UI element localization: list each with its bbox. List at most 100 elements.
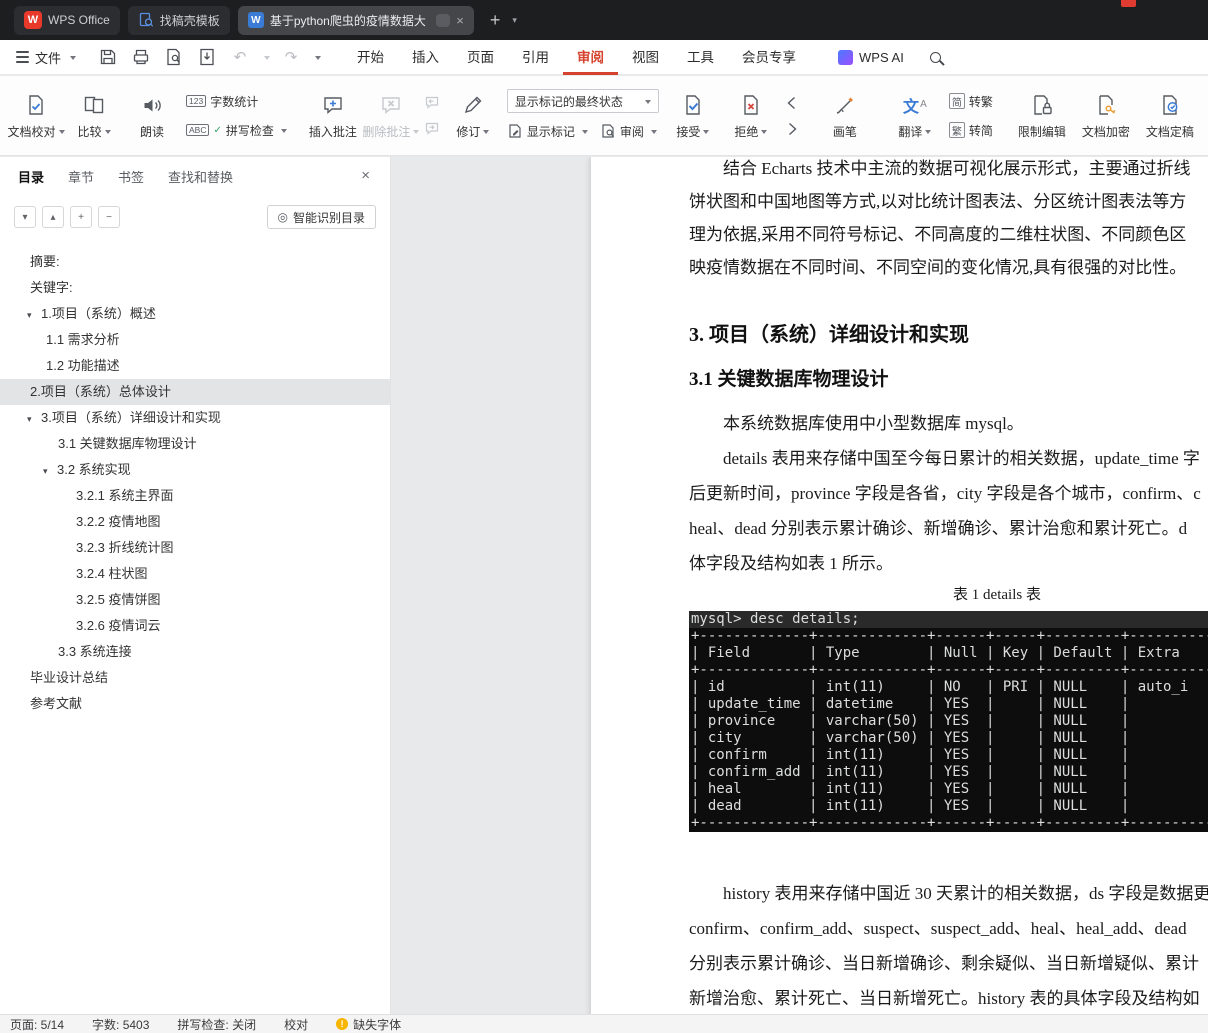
translate-button[interactable]: 文A 翻译 (886, 82, 944, 150)
word-count-button[interactable]: 123 字数统计 (186, 90, 287, 112)
simplified-char-icon: 简 (948, 93, 965, 109)
search-icon[interactable] (929, 51, 941, 63)
redo-caret-icon[interactable] (315, 55, 322, 63)
doc-line: 映疫情数据在不同时间、不同空间的变化情况,具有很强的对比性。 (689, 258, 1187, 277)
undo-button[interactable]: ↶ (228, 45, 252, 69)
doc-line: 理为依据,采用不同符号标记、不同高度的二维柱状图、不同颜色区 (689, 225, 1187, 244)
t2s-label: 转简 (968, 123, 993, 138)
expand-all-button[interactable]: ▾ (14, 206, 36, 228)
undo-caret-icon[interactable] (264, 55, 271, 63)
collapse-icon[interactable]: ▾ (27, 302, 41, 327)
outline-item[interactable]: 3.2.2 疫情地图 (0, 509, 390, 535)
titlebar-red-badge (1121, 0, 1136, 7)
new-tab-button[interactable]: + (490, 10, 501, 31)
outline-item[interactable]: 毕业设计总结 (0, 665, 390, 691)
compare-icon (82, 92, 106, 118)
hamburger-icon (16, 51, 29, 63)
simplified-to-traditional-button[interactable]: 简 转繁 (948, 90, 993, 112)
panel-tab-3[interactable]: 查找和替换 (168, 167, 233, 186)
menu-tab-3[interactable]: 引用 (508, 40, 563, 75)
tab-list-caret-icon[interactable]: ▾ (512, 15, 517, 26)
menu-tab-6[interactable]: 工具 (673, 40, 728, 75)
template-tab[interactable]: 找稿壳模板 (127, 5, 230, 35)
outline-item[interactable]: 3.2.4 柱状图 (0, 561, 390, 587)
proofread-button[interactable]: 文档校对 (7, 82, 65, 150)
show-markup-button[interactable]: 显示标记 (507, 120, 588, 142)
print-button[interactable] (129, 45, 153, 69)
outline-item[interactable]: 1.1 需求分析 (0, 327, 390, 353)
spell-check-button[interactable]: ABC ✓ 拼写检查 (186, 119, 287, 141)
outline-label: 参考文献 (30, 696, 83, 711)
previous-change-button[interactable] (782, 94, 802, 112)
menu-tab-7[interactable]: 会员专享 (728, 40, 810, 75)
promote-button[interactable]: + (70, 206, 92, 228)
document-tab[interactable]: W 基于python爬虫的疫情数据大 × (237, 5, 474, 35)
read-aloud-button[interactable]: 朗读 (123, 82, 181, 150)
outline-item[interactable]: 摘要: (0, 249, 390, 275)
outline-item[interactable]: 3.2.3 折线统计图 (0, 535, 390, 561)
spell-check-status[interactable]: 拼写检查: 关闭 (177, 1016, 256, 1033)
outline-item[interactable]: ▾ 1.项目（系统）概述 (0, 301, 390, 327)
markup-state-dropdown[interactable]: 显示标记的最终状态 (506, 89, 659, 113)
smart-toc-button[interactable]: ◎ 智能识别目录 (266, 205, 376, 229)
menu-tab-4[interactable]: 审阅 (563, 40, 618, 75)
pen-button[interactable]: 画笔 (816, 82, 874, 150)
insert-comment-button[interactable]: 插入批注 (304, 82, 362, 150)
demote-button[interactable]: − (98, 206, 120, 228)
proofread-status[interactable]: 校对 (284, 1016, 308, 1033)
panel-tab-2[interactable]: 书签 (118, 167, 144, 186)
reject-button[interactable]: 拒绝 (722, 82, 780, 150)
menu-tab-1[interactable]: 插入 (398, 40, 453, 75)
review-menu-button[interactable]: 审阅 (600, 120, 657, 142)
menu-tab-0[interactable]: 开始 (343, 40, 398, 75)
delete-comment-label: 删除批注 (362, 124, 411, 139)
page-indicator[interactable]: 页面: 5/14 (10, 1016, 64, 1033)
outline-item[interactable]: 3.3 系统连接 (0, 639, 390, 665)
close-tab-icon[interactable]: × (456, 13, 464, 28)
panel-tab-1[interactable]: 章节 (68, 167, 94, 186)
missing-font-warning[interactable]: ! 缺失字体 (336, 1016, 401, 1033)
close-panel-icon[interactable]: × (361, 168, 370, 183)
outline-item[interactable]: 1.2 功能描述 (0, 353, 390, 379)
outline-item[interactable]: 参考文献 (0, 691, 390, 717)
wps-ai-button[interactable]: WPS AI (838, 49, 904, 65)
restrict-editing-button[interactable]: 限制编辑 (1010, 82, 1074, 150)
next-comment-button (422, 120, 442, 138)
finalize-document-button[interactable]: 文档定稿 (1138, 82, 1202, 150)
outline-item[interactable]: 3.2.6 疫情词云 (0, 613, 390, 639)
doc-line: 本系统数据库使用中小型数据库 mysql。 (723, 414, 1024, 433)
save-button[interactable] (96, 45, 120, 69)
doc-line: history 表用来存储中国近 30 天累计的相关数据，ds 字段是数据更 (723, 884, 1208, 903)
menu-tab-5[interactable]: 视图 (618, 40, 673, 75)
review-ribbon: 文档校对 比较 朗读 123 字数统计 ABC ✓ 拼写检查 插入批注 删除批注… (0, 76, 1208, 156)
word-count-indicator[interactable]: 字数: 5403 (92, 1016, 149, 1033)
reject-label: 拒绝 (734, 124, 759, 139)
export-pdf-button[interactable] (195, 45, 219, 69)
collapse-all-button[interactable]: ▴ (42, 206, 64, 228)
print-preview-button[interactable] (162, 45, 186, 69)
outline-label: 3.2.3 折线统计图 (76, 540, 174, 555)
outline-item[interactable]: 2.项目（系统）总体设计 (0, 379, 390, 405)
encrypt-document-button[interactable]: 文档加密 (1074, 82, 1138, 150)
next-change-button[interactable] (782, 120, 802, 138)
collapse-icon[interactable]: ▾ (27, 406, 41, 431)
outline-item[interactable]: 3.2.1 系统主界面 (0, 483, 390, 509)
doc-assistant-icon[interactable] (436, 13, 451, 27)
document-page[interactable]: 结合 Echarts 技术中主流的数据可视化展示形式，主要通过折线 饼状图和中国地… (591, 157, 1208, 1014)
redo-button[interactable]: ↷ (279, 45, 303, 69)
compare-button[interactable]: 比较 (65, 82, 123, 150)
track-changes-button[interactable]: 修订 (444, 82, 502, 150)
lock-icon (1030, 92, 1054, 118)
outline-item[interactable]: ▾ 3.2 系统实现 (0, 457, 390, 483)
outline-item[interactable]: ▾ 3.项目（系统）详细设计和实现 (0, 405, 390, 431)
traditional-to-simplified-button[interactable]: 繁 转简 (948, 119, 993, 141)
panel-tab-0[interactable]: 目录 (18, 167, 44, 186)
accept-button[interactable]: 接受 (664, 82, 722, 150)
outline-item[interactable]: 3.2.5 疫情饼图 (0, 587, 390, 613)
outline-item[interactable]: 关键字: (0, 275, 390, 301)
file-menu-button[interactable]: 文件 (16, 48, 77, 67)
wps-home-tab[interactable]: W WPS Office (14, 5, 120, 35)
collapse-icon[interactable]: ▾ (43, 458, 57, 483)
menu-tab-2[interactable]: 页面 (453, 40, 508, 75)
outline-item[interactable]: 3.1 关键数据库物理设计 (0, 431, 390, 457)
